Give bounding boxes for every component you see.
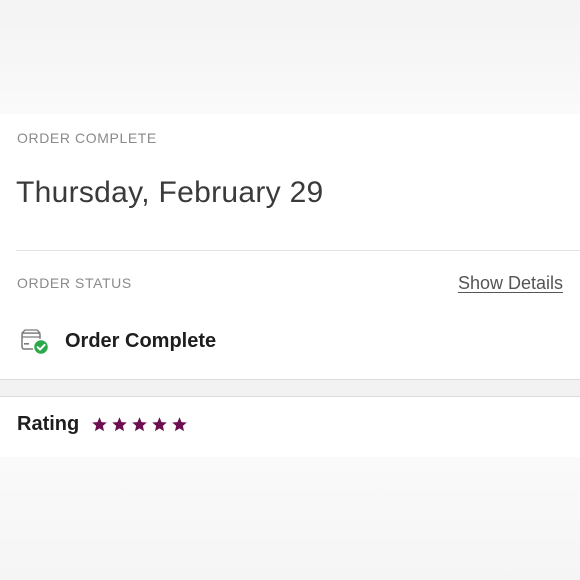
star-icon xyxy=(172,417,188,432)
star-icon xyxy=(92,417,108,432)
star-icon xyxy=(112,417,128,432)
section-separator xyxy=(0,379,580,397)
rating-card: Rating xyxy=(0,397,580,457)
background-top xyxy=(0,0,580,114)
rating-stars xyxy=(91,416,188,433)
rating-label: Rating xyxy=(17,413,80,435)
background-bottom xyxy=(0,457,580,580)
order-status-text: Order Complete xyxy=(65,329,217,352)
star-icon xyxy=(132,417,148,432)
star-icon xyxy=(152,417,168,432)
show-details-link[interactable]: Show Details xyxy=(458,273,563,294)
order-status-label: ORDER STATUS xyxy=(17,275,132,291)
rating-row: Rating xyxy=(17,413,188,436)
order-date: Thursday, February 29 xyxy=(16,176,324,209)
package-check-icon xyxy=(20,326,50,356)
order-card: ORDER COMPLETE Thursday, February 29 ORD… xyxy=(0,114,580,379)
divider xyxy=(16,250,580,251)
order-complete-label: ORDER COMPLETE xyxy=(17,130,157,146)
status-row: Order Complete xyxy=(20,323,216,359)
